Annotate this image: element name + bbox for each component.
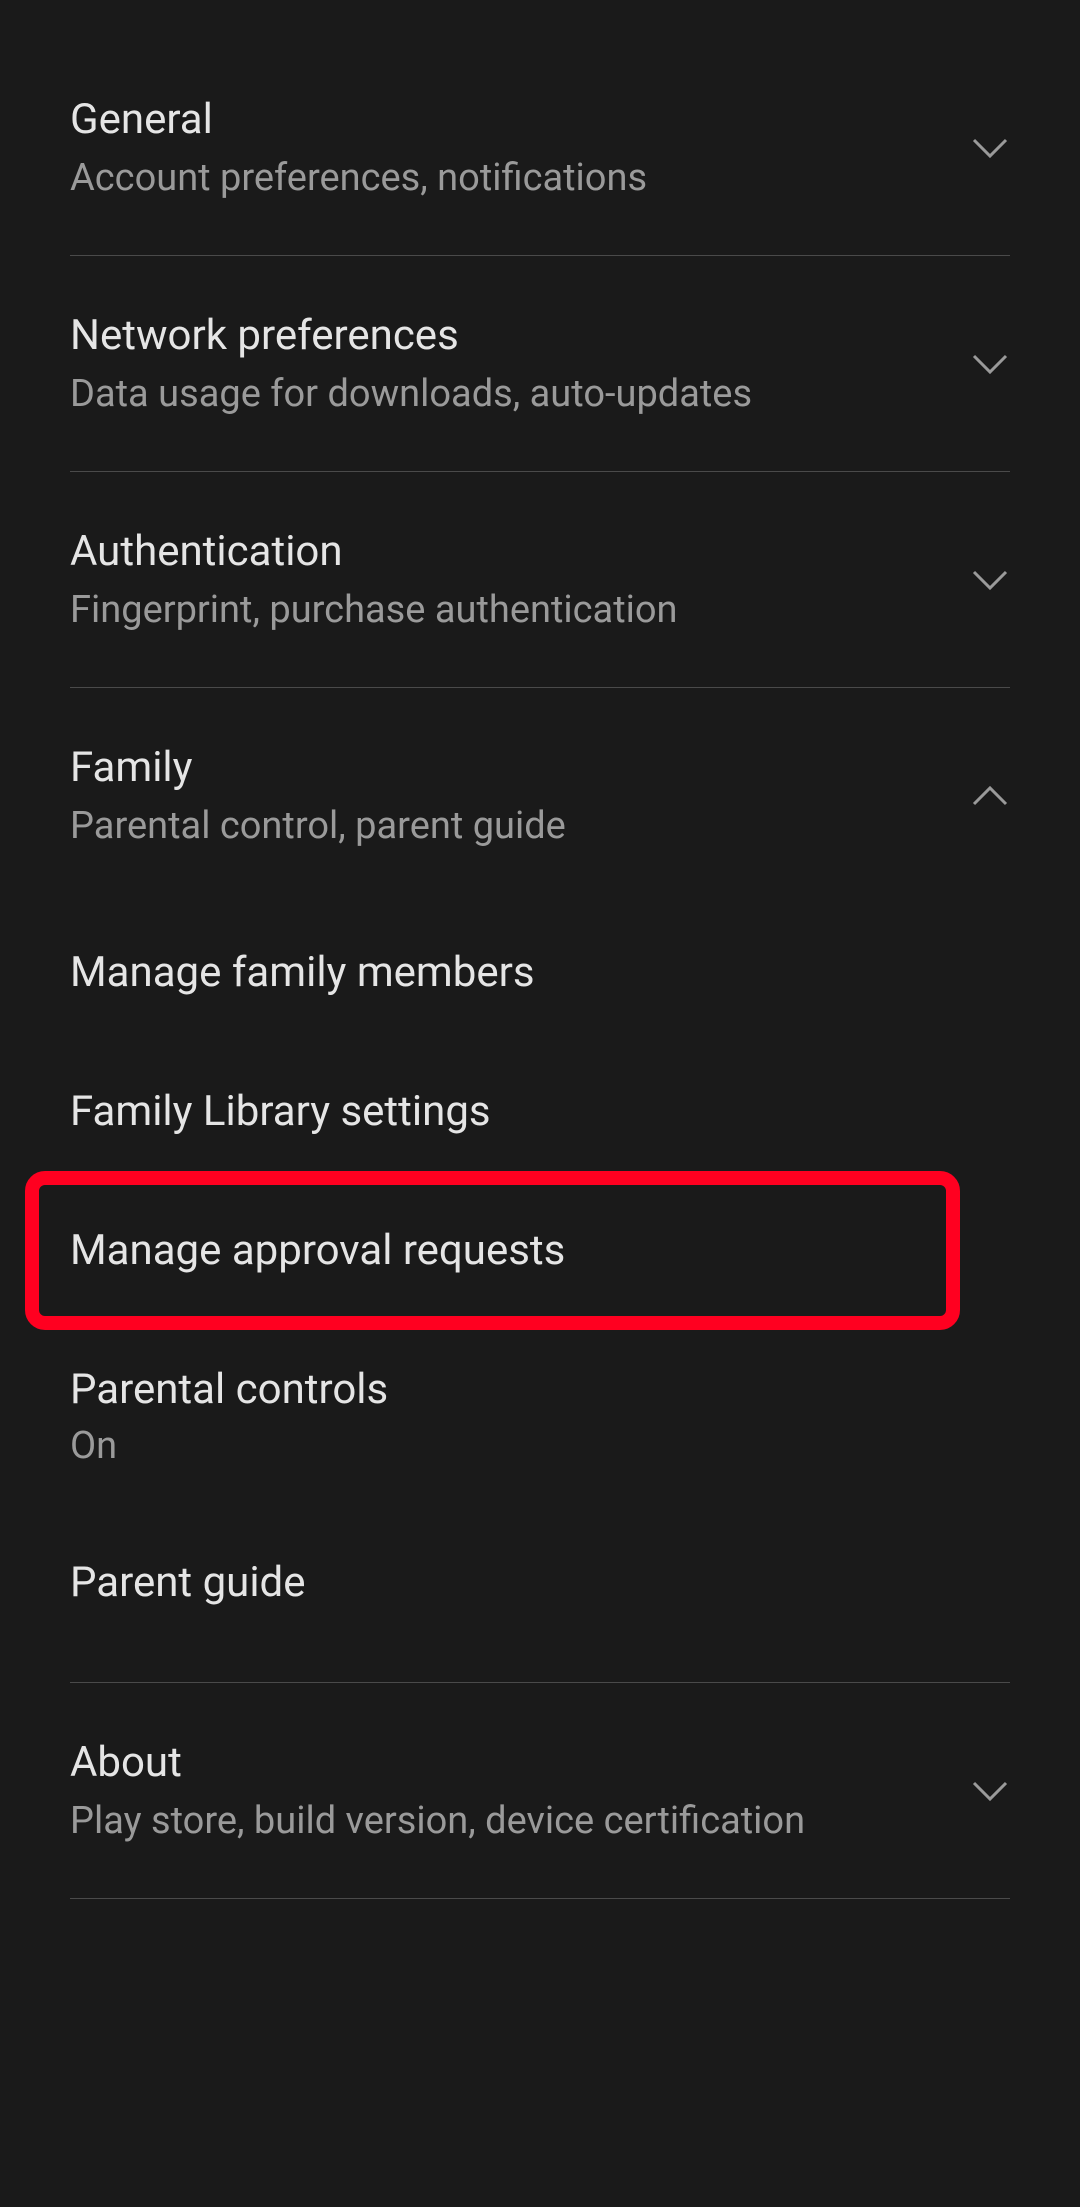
- sub-item-library-settings[interactable]: Family Library settings: [70, 1042, 1010, 1181]
- section-header-authentication: Authentication Fingerprint, purchase aut…: [70, 527, 1010, 632]
- chevron-down-icon: [970, 128, 1010, 168]
- section-subtitle: Data usage for downloads, auto-updates: [70, 372, 970, 416]
- family-sub-items: Manage family members Family Library set…: [70, 868, 1010, 1652]
- section-subtitle: Play store, build version, device certif…: [70, 1799, 970, 1843]
- section-text: Authentication Fingerprint, purchase aut…: [70, 527, 970, 632]
- sub-item-approval-requests[interactable]: Manage approval requests: [70, 1181, 1010, 1320]
- section-header-general: General Account preferences, notificatio…: [70, 95, 1010, 200]
- section-title: Authentication: [70, 527, 970, 576]
- section-subtitle: Fingerprint, purchase authentication: [70, 588, 970, 632]
- chevron-up-icon: [970, 776, 1010, 816]
- section-header-about: About Play store, build version, device …: [70, 1738, 1010, 1843]
- chevron-down-icon: [970, 1771, 1010, 1811]
- sub-item-title: Parent guide: [70, 1558, 1010, 1607]
- section-subtitle: Account preferences, notifications: [70, 156, 970, 200]
- section-general[interactable]: General Account preferences, notificatio…: [70, 40, 1010, 256]
- section-text: Family Parental control, parent guide: [70, 743, 970, 848]
- section-header-network: Network preferences Data usage for downl…: [70, 311, 1010, 416]
- chevron-down-icon: [970, 344, 1010, 384]
- section-text: General Account preferences, notificatio…: [70, 95, 970, 200]
- section-title: Family: [70, 743, 970, 792]
- section-network[interactable]: Network preferences Data usage for downl…: [70, 256, 1010, 472]
- section-text: About Play store, build version, device …: [70, 1738, 970, 1843]
- section-title: About: [70, 1738, 970, 1787]
- sub-item-title: Family Library settings: [70, 1087, 1010, 1136]
- section-about[interactable]: About Play store, build version, device …: [70, 1683, 1010, 1899]
- section-subtitle: Parental control, parent guide: [70, 804, 970, 848]
- section-title: General: [70, 95, 970, 144]
- sub-item-title: Parental controls: [70, 1365, 1010, 1414]
- sub-item-title: Manage family members: [70, 948, 1010, 997]
- sub-item-title: Manage approval requests: [70, 1226, 1010, 1275]
- sub-item-parental-controls[interactable]: Parental controls On: [70, 1320, 1010, 1513]
- section-title: Network preferences: [70, 311, 970, 360]
- sub-item-parent-guide[interactable]: Parent guide: [70, 1513, 1010, 1652]
- section-family: Family Parental control, parent guide Ma…: [70, 688, 1010, 1683]
- chevron-down-icon: [970, 560, 1010, 600]
- section-text: Network preferences Data usage for downl…: [70, 311, 970, 416]
- sub-item-manage-members[interactable]: Manage family members: [70, 903, 1010, 1042]
- section-authentication[interactable]: Authentication Fingerprint, purchase aut…: [70, 472, 1010, 688]
- settings-container: General Account preferences, notificatio…: [0, 0, 1080, 1899]
- section-header-family[interactable]: Family Parental control, parent guide: [70, 743, 1010, 868]
- sub-item-value: On: [70, 1424, 1010, 1468]
